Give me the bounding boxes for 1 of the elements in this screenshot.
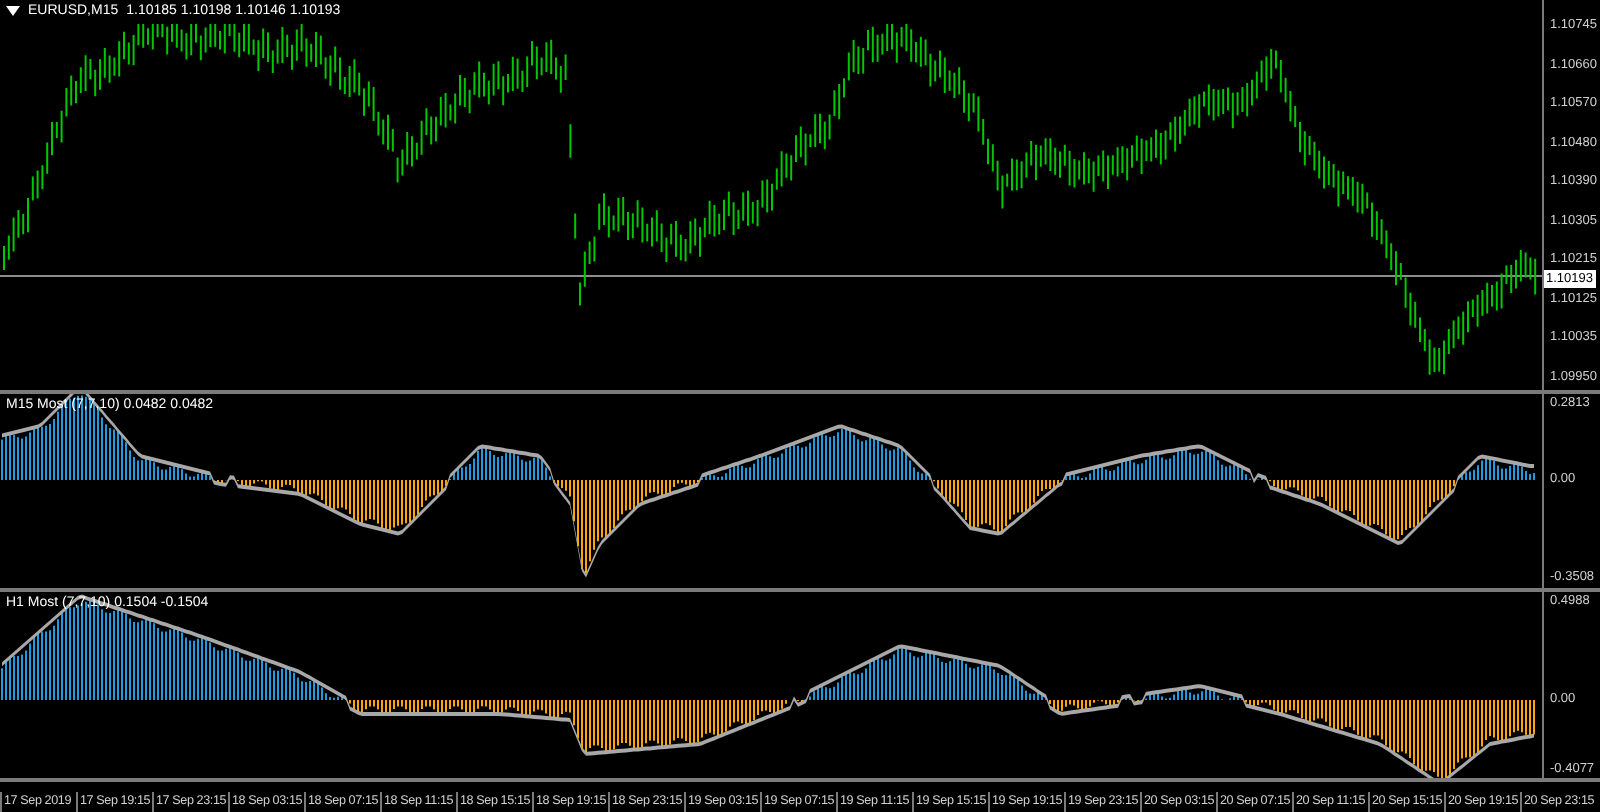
dropdown-icon[interactable] xyxy=(6,6,20,16)
